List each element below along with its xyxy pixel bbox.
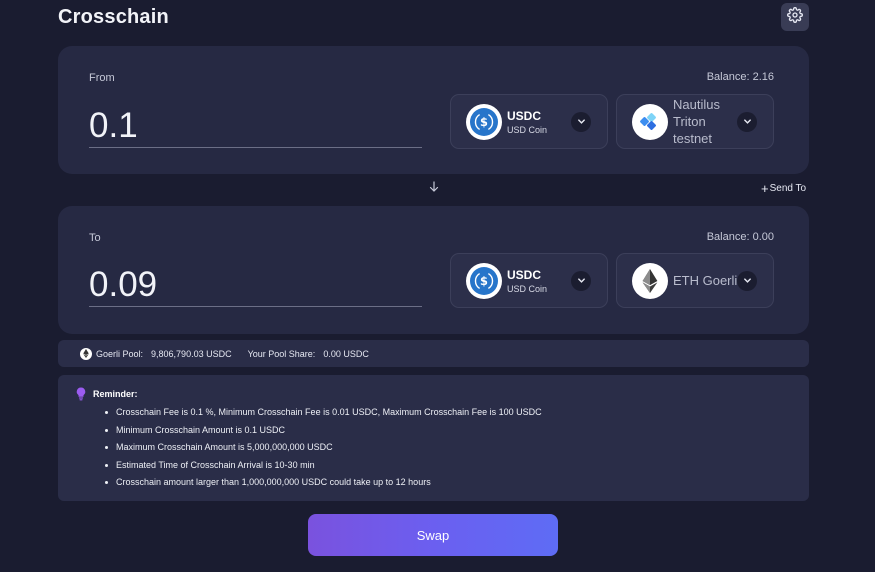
from-token-select[interactable]: $ USDC USD Coin bbox=[450, 94, 608, 149]
pool-info-bar: Goerli Pool: 9,806,790.03 USDC Your Pool… bbox=[58, 340, 809, 367]
from-chain-name: Nautilus Triton testnet bbox=[673, 97, 720, 146]
send-to-button[interactable]: + Send To bbox=[761, 180, 807, 196]
chevron-down-icon bbox=[571, 270, 591, 291]
svg-text:$: $ bbox=[480, 114, 488, 128]
list-item: Crosschain amount larger than 1,000,000,… bbox=[105, 474, 542, 492]
pool-share-value: 0.00 USDC bbox=[323, 348, 369, 359]
from-balance: Balance: 2.16 bbox=[706, 71, 774, 83]
from-token-symbol: USDC bbox=[507, 108, 542, 123]
from-token-name: USD Coin bbox=[507, 124, 548, 135]
ethereum-icon bbox=[80, 347, 92, 360]
switch-direction-button[interactable] bbox=[428, 179, 440, 197]
settings-button[interactable] bbox=[781, 3, 809, 31]
nautilus-icon bbox=[632, 103, 668, 140]
from-amount-input[interactable] bbox=[89, 104, 422, 148]
to-label: To bbox=[89, 232, 101, 244]
plus-icon: + bbox=[761, 180, 769, 196]
crosschain-page: Crosschain From Balance: 2.16 $ USD bbox=[0, 0, 875, 572]
to-token-select[interactable]: $ USDC USD Coin bbox=[450, 253, 608, 308]
to-card: To Balance: 0.00 $ USDC USD Coin bbox=[58, 206, 809, 334]
to-token-name: USD Coin bbox=[507, 283, 548, 294]
chevron-down-icon bbox=[571, 111, 591, 132]
list-item: Crosschain Fee is 0.1 %, Minimum Crossch… bbox=[105, 404, 542, 422]
to-balance: Balance: 0.00 bbox=[706, 231, 774, 243]
arrow-down-icon bbox=[429, 179, 439, 197]
reminder-list: Crosschain Fee is 0.1 %, Minimum Crossch… bbox=[105, 404, 542, 492]
svg-text:$: $ bbox=[480, 273, 488, 287]
to-chain-name: ETH Goerli bbox=[673, 273, 738, 288]
reminder-panel: Reminder: Crosschain Fee is 0.1 %, Minim… bbox=[58, 375, 809, 501]
ethereum-icon bbox=[632, 262, 668, 299]
chevron-down-icon bbox=[737, 270, 757, 291]
pool-share-label: Your Pool Share: bbox=[247, 348, 316, 359]
send-to-label: Send To bbox=[769, 183, 807, 194]
page-title: Crosschain bbox=[58, 6, 169, 28]
usdc-icon: $ bbox=[466, 262, 502, 299]
from-card: From Balance: 2.16 $ USDC USD Coin bbox=[58, 46, 809, 174]
pool-value: 9,806,790.03 USDC bbox=[151, 348, 232, 359]
usdc-icon: $ bbox=[466, 103, 502, 140]
to-chain-select[interactable]: ETH Goerli bbox=[616, 253, 774, 308]
from-label: From bbox=[89, 72, 115, 84]
lightbulb-icon bbox=[76, 387, 86, 406]
chevron-down-icon bbox=[737, 111, 757, 132]
list-item: Maximum Crosschain Amount is 5,000,000,0… bbox=[105, 439, 542, 457]
reminder-title: Reminder: bbox=[93, 389, 138, 399]
to-amount-input[interactable] bbox=[89, 263, 422, 307]
swap-button[interactable]: Swap bbox=[308, 514, 558, 556]
list-item: Minimum Crosschain Amount is 0.1 USDC bbox=[105, 422, 542, 440]
from-chain-select[interactable]: Nautilus Triton testnet bbox=[616, 94, 774, 149]
list-item: Estimated Time of Crosschain Arrival is … bbox=[105, 457, 542, 475]
gear-icon bbox=[787, 6, 803, 28]
to-token-symbol: USDC bbox=[507, 267, 542, 282]
pool-label: Goerli Pool: bbox=[96, 348, 144, 359]
